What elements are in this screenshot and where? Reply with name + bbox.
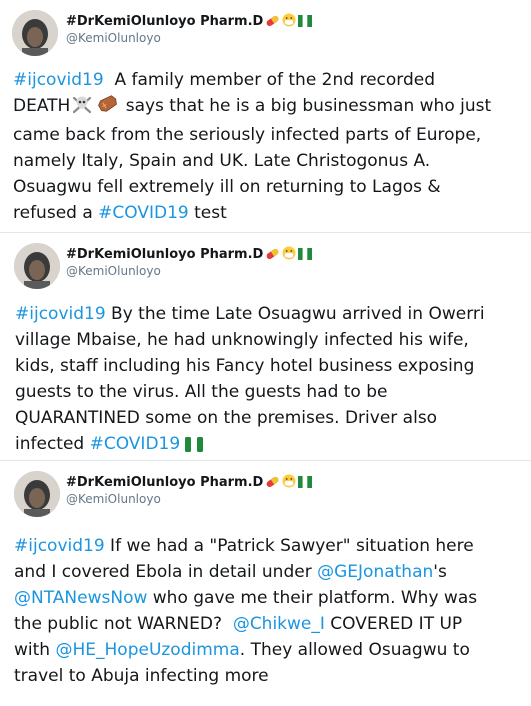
face-with-mask-icon: [282, 12, 296, 31]
mention-link[interactable]: @GEJonathan: [317, 562, 433, 582]
text-segment: and I covered Ebola in detail under: [14, 562, 318, 582]
tweet-line: infected #COVID19: [15, 431, 527, 460]
text-segment: By the time Late Osuagwu arrived in Ower…: [105, 304, 485, 324]
mention-link[interactable]: @NTANewsNow: [14, 588, 147, 608]
author-handle[interactable]: @KemiOlunloyo: [66, 31, 161, 45]
coffin-icon: [95, 94, 119, 122]
text-segment: refused a: [13, 203, 99, 223]
tweet-card-2[interactable]: #DrKemiOlunloyo Pharm.D @KemiOlunloyo #i…: [0, 232, 531, 461]
text-segment: test: [188, 203, 227, 223]
tweet-line: with @HE_HopeUzodimma. They allowed Osua…: [14, 637, 526, 663]
author-row: #DrKemiOlunloyo Pharm.D: [66, 473, 313, 492]
avatar[interactable]: [14, 243, 60, 289]
hashtag-link[interactable]: #ijcovid19: [14, 536, 105, 556]
author-name[interactable]: #DrKemiOlunloyo Pharm.D: [66, 247, 263, 262]
tweet-text: #ijcovid19 A family member of the 2nd re…: [13, 67, 525, 226]
avatar[interactable]: [14, 471, 60, 517]
avatar-photo: [12, 10, 58, 56]
tweet-line: the public not WARNED? @Chikwe_I COVERED…: [14, 611, 526, 637]
face-with-mask-icon: [282, 245, 296, 264]
tweet-card-1[interactable]: #DrKemiOlunloyo Pharm.D @KemiOlunloyo #i…: [0, 0, 531, 232]
mention-link[interactable]: @HE_HopeUzodimma: [55, 640, 239, 660]
author-row: #DrKemiOlunloyo Pharm.D: [66, 245, 313, 264]
author-name[interactable]: #DrKemiOlunloyo Pharm.D: [66, 14, 263, 29]
tweet-line: travel to Abuja infecting more: [14, 666, 269, 686]
hashtag-link[interactable]: #ijcovid19: [15, 304, 106, 324]
text-segment: . They allowed Osuagwu to: [239, 640, 470, 660]
author-handle[interactable]: @KemiOlunloyo: [66, 492, 161, 506]
tweet-line: village Mbaise, he had unknowingly infec…: [15, 330, 469, 350]
tweet-line: kids, staff including his Fancy hotel bu…: [15, 356, 475, 376]
face-with-mask-icon: [282, 473, 296, 492]
nigeria-flag-icon: [185, 434, 204, 460]
text-segment: COVERED IT UP: [324, 614, 463, 634]
author-row: #DrKemiOlunloyo Pharm.D: [66, 12, 313, 31]
nigeria-flag-icon: [298, 12, 313, 31]
tweet-line: QUARANTINED some on the premises. Driver…: [15, 408, 438, 428]
mention-link[interactable]: @Chikwe_I: [233, 614, 325, 634]
text-segment: 's: [433, 562, 447, 582]
tweet-line: #ijcovid19 A family member of the 2nd re…: [13, 67, 525, 93]
pill-icon: [265, 12, 280, 31]
text-segment: DEATH: [13, 96, 71, 116]
hashtag-link[interactable]: #ijcovid19: [13, 70, 104, 90]
author-name[interactable]: #DrKemiOlunloyo Pharm.D: [66, 475, 263, 490]
pill-icon: [265, 473, 280, 492]
text-segment: A family member of the 2nd recorded: [103, 70, 436, 90]
author-handle[interactable]: @KemiOlunloyo: [66, 264, 161, 278]
avatar-photo: [14, 471, 60, 517]
tweet-text: #ijcovid19 If we had a "Patrick Sawyer" …: [14, 533, 526, 689]
avatar[interactable]: [12, 10, 58, 56]
tweet-line: DEATH says that he is a big businessman …: [13, 93, 525, 122]
nigeria-flag-icon: [298, 245, 313, 264]
tweet-card-3[interactable]: #DrKemiOlunloyo Pharm.D @KemiOlunloyo #i…: [0, 460, 531, 706]
tweet-line: and I covered Ebola in detail under @GEJ…: [14, 559, 526, 585]
tweet-line: @NTANewsNow who gave me their platform. …: [14, 585, 526, 611]
nigeria-flag-icon: [298, 473, 313, 492]
hashtag-link[interactable]: #COVID19: [98, 203, 189, 223]
avatar-photo: [14, 243, 60, 289]
skull-and-crossbones-icon: [71, 94, 93, 122]
tweet-line: refused a #COVID19 test: [13, 200, 525, 226]
text-segment: who gave me their platform. Why was: [147, 588, 478, 608]
text-segment: the public not WARNED?: [14, 614, 233, 634]
tweet-line: came back from the seriously infected pa…: [13, 125, 482, 145]
text-segment: infected: [15, 434, 90, 454]
text-segment: If we had a "Patrick Sawyer" situation h…: [104, 536, 474, 556]
tweet-text: #ijcovid19 By the time Late Osuagwu arri…: [15, 301, 527, 460]
tweet-line: namely Italy, Spain and UK. Late Christo…: [13, 151, 431, 171]
tweet-line: guests to the virus. All the guests had …: [15, 382, 388, 402]
tweet-line: Osuagwu fell extremely ill on returning …: [13, 177, 441, 197]
text-segment: with: [14, 640, 56, 660]
hashtag-link[interactable]: #COVID19: [90, 434, 181, 454]
tweet-line: #ijcovid19 If we had a "Patrick Sawyer" …: [14, 533, 526, 559]
text-segment: says that he is a big businessman who ju…: [120, 96, 492, 116]
pill-icon: [265, 245, 280, 264]
tweet-line: #ijcovid19 By the time Late Osuagwu arri…: [15, 301, 527, 327]
